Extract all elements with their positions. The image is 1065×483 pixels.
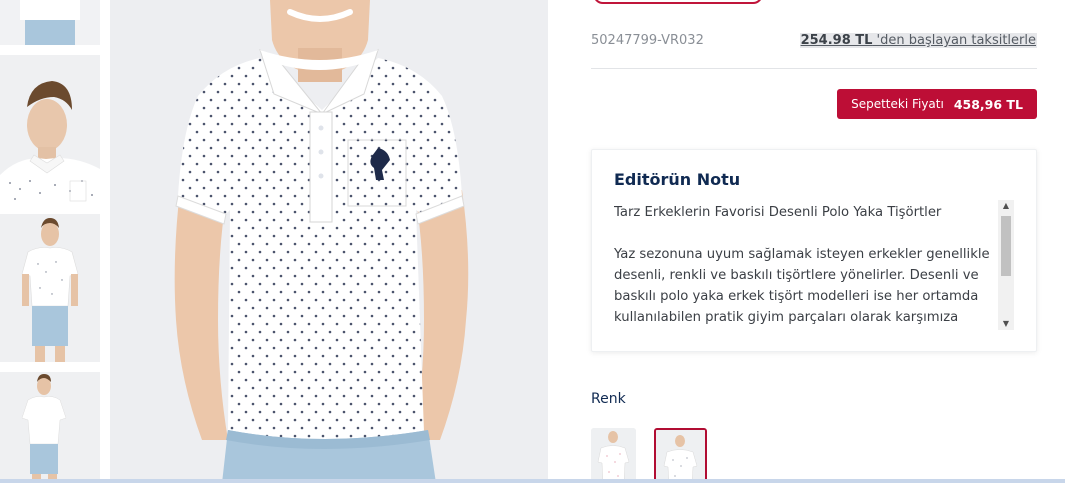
thumbnail-image-1[interactable] [0,0,100,45]
divider [591,68,1037,69]
cart-price-value: 458,96 TL [953,96,1023,112]
editor-note-body[interactable]: Tarz Erkeklerin Favorisi Desenli Polo Ya… [614,202,994,330]
scrollbar-thumb[interactable] [1001,216,1011,276]
editor-note-paragraph: Yaz sezonuna uyum sağlamak isteyen erkek… [614,247,990,325]
add-to-cart-button-outline[interactable] [593,0,763,4]
product-info-panel: 50247799-VR032 254.98 TL 'den başlayan t… [591,0,1037,483]
editor-note-paragraph: Tarz Erkeklerin Favorisi Desenli Polo Ya… [614,205,942,220]
product-page: 50247799-VR032 254.98 TL 'den başlayan t… [0,0,1065,483]
thumbnail-image-3[interactable] [0,214,100,362]
main-product-image[interactable] [110,0,548,483]
cart-price-badge: Sepetteki Fiyatı 458,96 TL [837,89,1037,119]
thumbnail-strip [0,0,100,483]
cart-price-label: Sepetteki Fiyatı [851,97,944,111]
editor-note-scrollbar[interactable]: ▲ ▼ [998,200,1014,330]
installment-link[interactable]: 254.98 TL 'den başlayan taksitlerle [799,33,1037,48]
thumbnail-image-4[interactable] [0,372,100,483]
color-swatch-2-selected[interactable] [654,428,707,483]
scroll-down-arrow-icon[interactable]: ▼ [998,318,1014,330]
bottom-edge [0,479,1065,483]
color-section-label: Renk [591,391,626,407]
thumbnail-image-2[interactable] [0,55,100,204]
installment-text: 'den başlayan taksitlerle [872,33,1036,48]
editor-note-title: Editörün Notu [614,170,741,189]
product-sku: 50247799-VR032 [591,33,704,48]
scroll-up-arrow-icon[interactable]: ▲ [998,200,1014,212]
installment-amount: 254.98 TL [800,33,873,48]
editor-note-card: Editörün Notu Tarz Erkeklerin Favorisi D… [591,149,1037,352]
color-swatch-1[interactable] [591,428,636,483]
